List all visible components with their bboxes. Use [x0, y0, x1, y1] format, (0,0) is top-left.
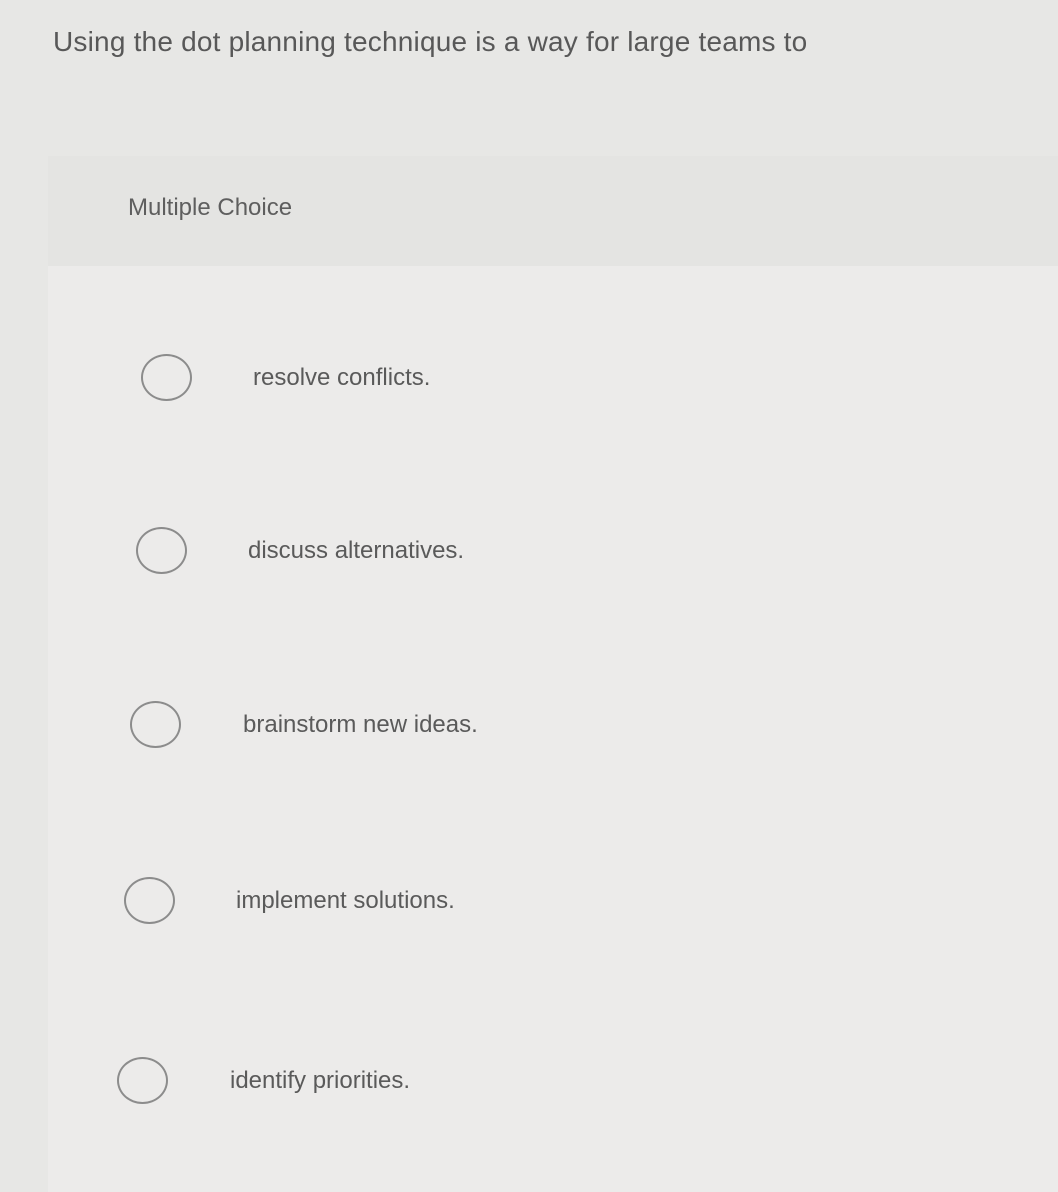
question-type-label: Multiple Choice — [128, 194, 293, 221]
option-resolve-conflicts[interactable]: resolve conflicts. — [141, 354, 661, 414]
radio-button-icon[interactable] — [117, 1057, 168, 1104]
option-label: identify priorities. — [230, 1067, 411, 1094]
option-label: brainstorm new ideas. — [243, 711, 478, 738]
option-discuss-alternatives[interactable]: discuss alternatives. — [136, 527, 656, 587]
option-identify-priorities[interactable]: identify priorities. — [117, 1057, 637, 1117]
option-label: discuss alternatives. — [248, 537, 465, 564]
radio-button-icon[interactable] — [141, 354, 192, 401]
option-brainstorm-new-ideas[interactable]: brainstorm new ideas. — [130, 701, 650, 761]
multiple-choice-card: Multiple Choice — [48, 156, 1058, 1192]
option-label: implement solutions. — [236, 887, 455, 914]
question-text: Using the dot planning technique is a wa… — [53, 26, 808, 57]
option-label: resolve conflicts. — [253, 364, 431, 391]
radio-button-icon[interactable] — [130, 701, 181, 748]
radio-button-icon[interactable] — [124, 877, 175, 924]
radio-button-icon[interactable] — [136, 527, 187, 574]
card-header: Multiple Choice — [48, 156, 1058, 266]
option-implement-solutions[interactable]: implement solutions. — [124, 877, 644, 937]
